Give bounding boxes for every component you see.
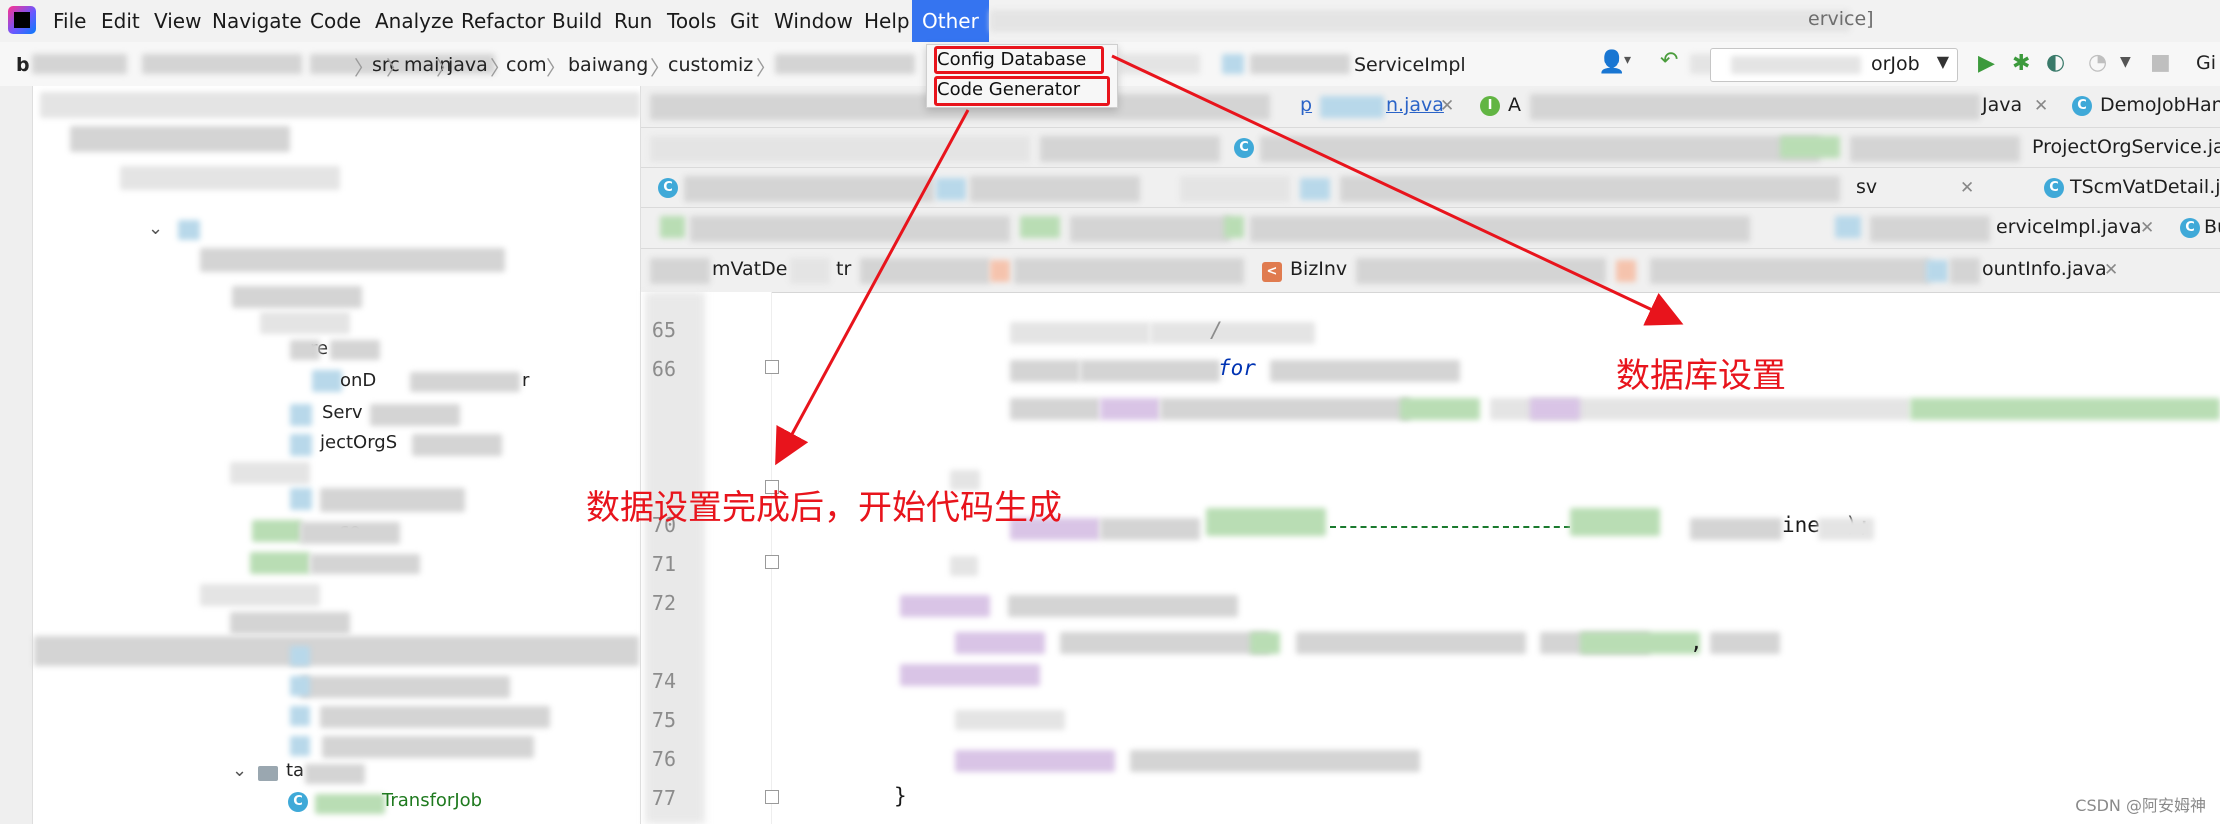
annotation-arrows — [775, 54, 1684, 466]
arrow-to-db-note — [1111, 54, 1684, 326]
watermark: CSDN @阿安姆神 — [2075, 796, 2206, 815]
annotation-code-generation: 数据设置完成后，开始代码生成 — [586, 488, 1062, 528]
arrow-to-generator-note — [775, 109, 970, 466]
annotation-db-setting: 数据库设置 — [1616, 356, 1786, 396]
